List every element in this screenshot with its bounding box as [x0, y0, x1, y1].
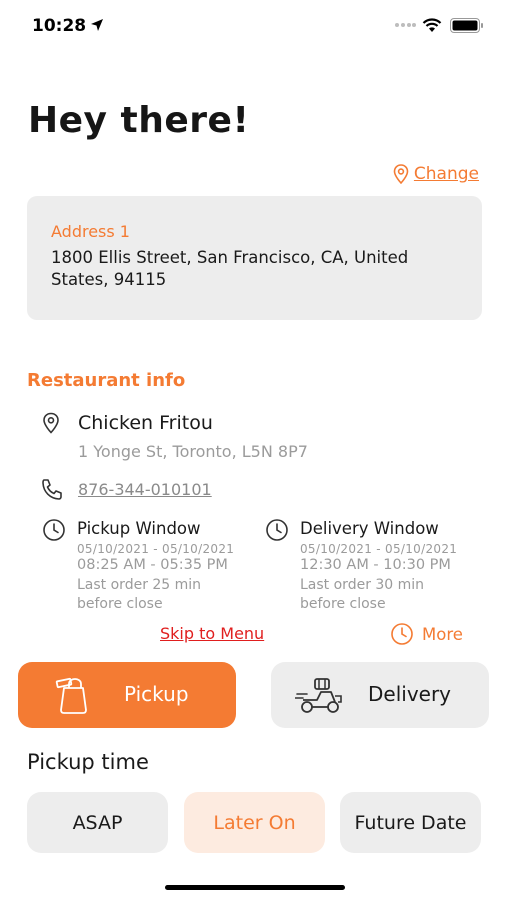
home-indicator[interactable] [165, 885, 345, 890]
delivery-window-title: Delivery Window [300, 519, 439, 538]
more-button[interactable]: More [390, 622, 463, 646]
phone-icon [42, 479, 62, 500]
location-arrow-icon [91, 19, 103, 31]
clock-icon [391, 623, 413, 645]
pickup-last-order-line-2: before close [77, 596, 163, 612]
clock-icon [266, 519, 288, 541]
delivery-window-hours: 12:30 AM - 10:30 PM [300, 557, 451, 573]
location-pin-icon [43, 412, 59, 434]
shopping-bag-icon [55, 677, 87, 714]
status-bar: 10:28 [0, 0, 507, 56]
location-pin-icon [393, 164, 409, 184]
pickup-window-title: Pickup Window [77, 519, 201, 538]
signal-dots-icon [395, 23, 416, 27]
page-title: Hey there! [28, 100, 250, 141]
address-card[interactable]: Address 1 1800 Ellis Street, San Francis… [27, 196, 482, 320]
delivery-window-dates: 05/10/2021 - 05/10/2021 [300, 542, 458, 556]
restaurant-name: Chicken Fritou [78, 412, 213, 434]
restaurant-info-title: Restaurant info [27, 370, 186, 391]
more-label: More [422, 624, 463, 644]
delivery-last-order-line-2: before close [300, 596, 386, 612]
time-option-future-date[interactable]: Future Date [340, 792, 481, 853]
restaurant-phone-link[interactable]: 876-344-010101 [78, 480, 212, 499]
pickup-window-dates: 05/10/2021 - 05/10/2021 [77, 542, 235, 556]
delivery-mode-label: Delivery [368, 682, 452, 706]
change-label: Change [413, 164, 479, 184]
pickup-last-order-line-1: Last order 25 min [77, 577, 202, 593]
restaurant-address: 1 Yonge St, Toronto, L5N 8P7 [78, 442, 308, 461]
delivery-scooter-icon [295, 678, 342, 713]
time-option-asap[interactable]: ASAP [27, 792, 168, 853]
skip-to-menu-link[interactable]: Skip to Menu [160, 624, 264, 643]
change-location-link[interactable]: Change [393, 164, 479, 184]
battery-icon [450, 18, 483, 33]
pickup-mode-button[interactable]: Pickup [18, 662, 236, 728]
delivery-last-order: Last order 30 min before close [300, 576, 480, 614]
pickup-last-order: Last order 25 min before close [77, 576, 257, 614]
address-line-1: 1800 Ellis Street, San Francisco, CA, Un… [51, 248, 409, 267]
address-line-2: States, 94115 [51, 270, 167, 289]
pickup-time-title: Pickup time [27, 750, 149, 774]
pickup-mode-label: Pickup [124, 682, 189, 706]
status-time: 10:28 [32, 16, 87, 36]
pickup-window-hours: 08:25 AM - 05:35 PM [77, 557, 228, 573]
clock-icon [43, 519, 65, 541]
wifi-icon [422, 18, 442, 32]
address-label: Address 1 [51, 222, 130, 241]
delivery-mode-button[interactable]: Delivery [271, 662, 489, 728]
time-option-later-on[interactable]: Later On [184, 792, 325, 853]
delivery-last-order-line-1: Last order 30 min [300, 577, 425, 593]
